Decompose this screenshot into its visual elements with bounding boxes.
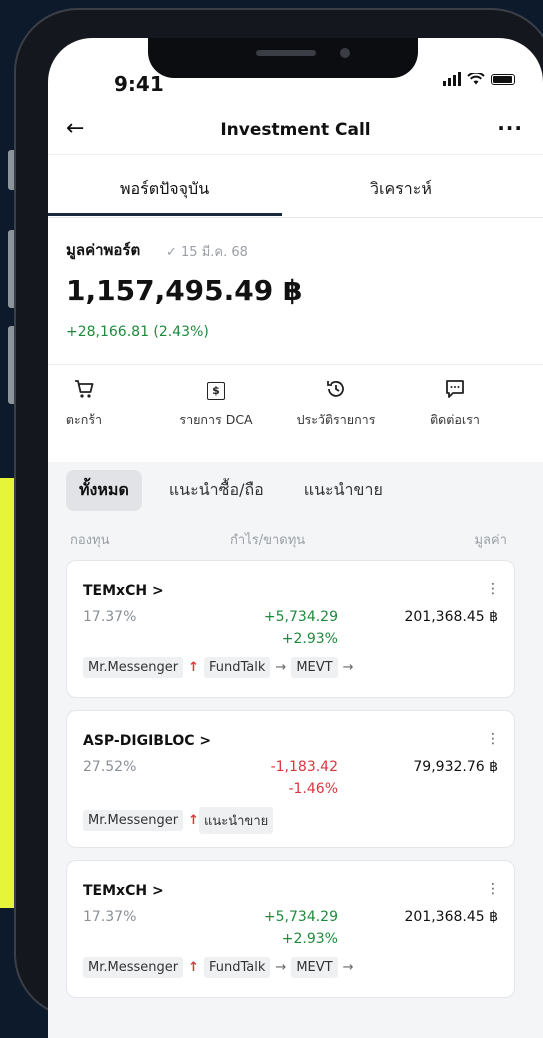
tag: Mr.Messenger <box>83 810 184 831</box>
arrow-right-icon: → <box>275 960 287 975</box>
cart-icon <box>48 378 144 402</box>
action-dca-label: รายการ DCA <box>179 412 253 427</box>
column-fund: กองทุน <box>70 533 110 548</box>
fund-weight: 17.37% <box>83 909 137 925</box>
arrow-up-icon: ↑ <box>188 813 199 828</box>
filter-buy-hold[interactable]: แนะนำซื้อ/ถือ <box>156 470 277 511</box>
tag: FundTalk <box>204 957 271 978</box>
fund-value: 79,932.76 ฿ <box>413 759 498 775</box>
tag: Mr.Messenger <box>83 657 184 678</box>
action-history[interactable]: ประวัติรายการ <box>276 378 396 430</box>
tag: MEVT <box>291 657 338 678</box>
fund-card[interactable]: ASP-DIGIBLOC > ⋮ 27.52% -1,183.42 -1.46%… <box>66 710 515 848</box>
fund-name[interactable]: TEMxCH > <box>83 883 164 899</box>
action-contact[interactable]: ติดต่อเรา <box>395 378 515 430</box>
filter-sell[interactable]: แนะนำขาย <box>291 470 396 511</box>
action-cart-label: ตะกร้า <box>65 412 103 427</box>
notch-camera <box>340 48 350 58</box>
fund-gain: +5,734.29 <box>263 609 338 625</box>
fund-gain: -1,183.42 <box>270 759 338 775</box>
portfolio-change: +28,166.81 (2.43%) <box>66 324 209 340</box>
status-time: 9:41 <box>114 72 164 96</box>
page-title: Investment Call <box>220 120 371 140</box>
fund-card[interactable]: TEMxCH > ⋮ 17.37% +5,734.29 +2.93% 201,3… <box>66 560 515 698</box>
portfolio-date: ✓ 15 มี.ค. 68 <box>166 245 248 260</box>
filter-chips: ทั้งหมด แนะนำซื้อ/ถือ แนะนำขาย <box>66 469 410 511</box>
tag: แนะนำขาย <box>199 807 274 834</box>
fund-name[interactable]: ASP-DIGIBLOC > <box>83 733 211 749</box>
signal-icon <box>443 72 461 86</box>
divider <box>48 364 543 365</box>
more-options-icon[interactable]: ··· <box>497 116 523 140</box>
fund-tags: Mr.Messenger ↑ FundTalk → MEVT → <box>83 657 358 678</box>
history-icon <box>276 378 396 402</box>
fund-tags: Mr.Messenger ↑ แนะนำขาย <box>83 807 274 834</box>
active-tab-indicator <box>48 213 282 216</box>
arrow-right-icon: → <box>275 660 287 675</box>
tag: MEVT <box>291 957 338 978</box>
arrow-up-icon: ↑ <box>188 660 199 675</box>
arrow-right-icon: → <box>342 660 354 675</box>
column-value: มูลค่า <box>474 533 507 548</box>
fund-value: 201,368.45 ฿ <box>404 609 498 625</box>
fund-weight: 27.52% <box>83 759 137 775</box>
arrow-right-icon: → <box>342 960 354 975</box>
fund-gain-percent: +2.93% <box>281 931 338 947</box>
app-screen: 9:41 ← Investment Call ··· พอร์ตปัจจุบัน… <box>48 38 543 1038</box>
dollar-box-icon: $ <box>156 378 276 402</box>
kebab-menu-icon[interactable]: ⋮ <box>486 881 500 897</box>
accent-stripe <box>0 478 14 908</box>
fund-name[interactable]: TEMxCH > <box>83 583 164 599</box>
action-cart[interactable]: ตะกร้า <box>48 378 144 430</box>
fund-tags: Mr.Messenger ↑ FundTalk → MEVT → <box>83 957 358 978</box>
tab-analysis[interactable]: วิเคราะห์ <box>370 177 432 202</box>
tab-bar: พอร์ตปัจจุบัน วิเคราะห์ <box>48 154 543 218</box>
action-dca[interactable]: $ รายการ DCA <box>156 378 276 430</box>
kebab-menu-icon[interactable]: ⋮ <box>486 581 500 597</box>
portfolio-value: 1,157,495.49 ฿ <box>66 274 303 307</box>
tag: Mr.Messenger <box>83 957 184 978</box>
app-header: ← Investment Call ··· <box>48 112 543 152</box>
quick-actions: ตะกร้า $ รายการ DCA ประวัติรายการ ติดต่อ… <box>48 378 543 438</box>
phone-notch <box>148 38 418 78</box>
fund-card[interactable]: TEMxCH > ⋮ 17.37% +5,734.29 +2.93% 201,3… <box>66 860 515 998</box>
action-contact-label: ติดต่อเรา <box>430 412 480 427</box>
wifi-icon <box>467 73 485 85</box>
fund-gain-percent: -1.46% <box>288 781 338 797</box>
fund-value: 201,368.45 ฿ <box>404 909 498 925</box>
notch-speaker <box>256 50 316 56</box>
status-icons <box>443 72 515 86</box>
chat-icon <box>395 378 515 402</box>
fund-gain-percent: +2.93% <box>281 631 338 647</box>
portfolio-label: มูลค่าพอร์ต <box>66 241 141 259</box>
tab-current-portfolio[interactable]: พอร์ตปัจจุบัน <box>120 177 209 202</box>
battery-icon <box>491 73 515 85</box>
column-profit: กำไร/ขาดทุน <box>230 533 306 548</box>
kebab-menu-icon[interactable]: ⋮ <box>486 731 500 747</box>
tag: FundTalk <box>204 657 271 678</box>
fund-gain: +5,734.29 <box>263 909 338 925</box>
action-history-label: ประวัติรายการ <box>296 412 376 427</box>
filter-all[interactable]: ทั้งหมด <box>66 469 142 511</box>
arrow-up-icon: ↑ <box>188 960 199 975</box>
fund-weight: 17.37% <box>83 609 137 625</box>
